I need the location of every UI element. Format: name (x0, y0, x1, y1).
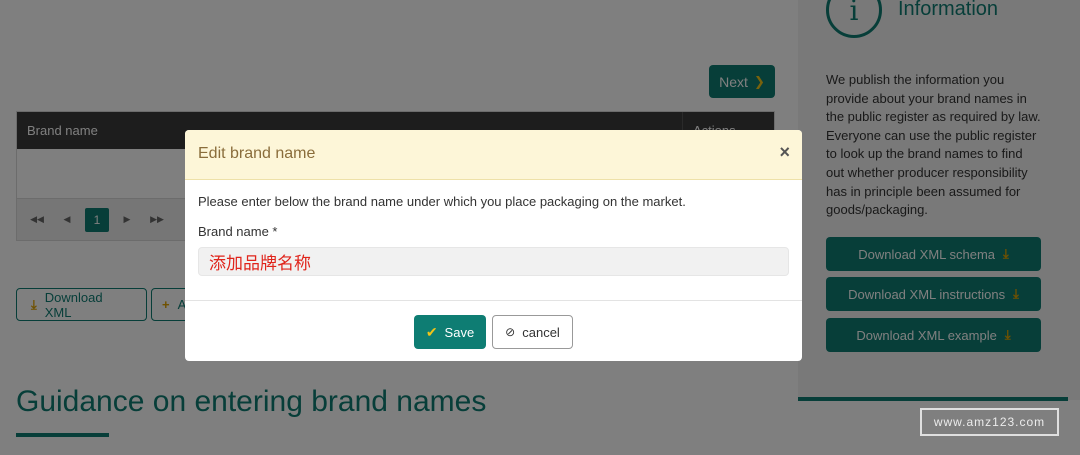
edit-brand-modal: Edit brand name × Please enter below the… (185, 130, 802, 361)
brand-name-label: Brand name * (198, 224, 278, 239)
ban-icon: ⊘ (505, 325, 516, 339)
save-label: Save (444, 324, 475, 340)
modal-header: Edit brand name × (185, 130, 802, 180)
close-icon[interactable]: × (779, 142, 790, 163)
modal-body: Please enter below the brand name under … (185, 180, 802, 301)
check-icon: ✔ (425, 323, 438, 340)
cancel-button[interactable]: ⊘ cancel (492, 315, 573, 349)
modal-footer: ✔ Save ⊘ cancel (185, 301, 802, 361)
brand-name-input[interactable] (198, 247, 789, 276)
modal-description: Please enter below the brand name under … (198, 194, 686, 209)
modal-title: Edit brand name (198, 145, 316, 162)
cancel-label: cancel (522, 324, 560, 340)
watermark: www.amz123.com (920, 408, 1059, 436)
save-button[interactable]: ✔ Save (414, 315, 486, 349)
